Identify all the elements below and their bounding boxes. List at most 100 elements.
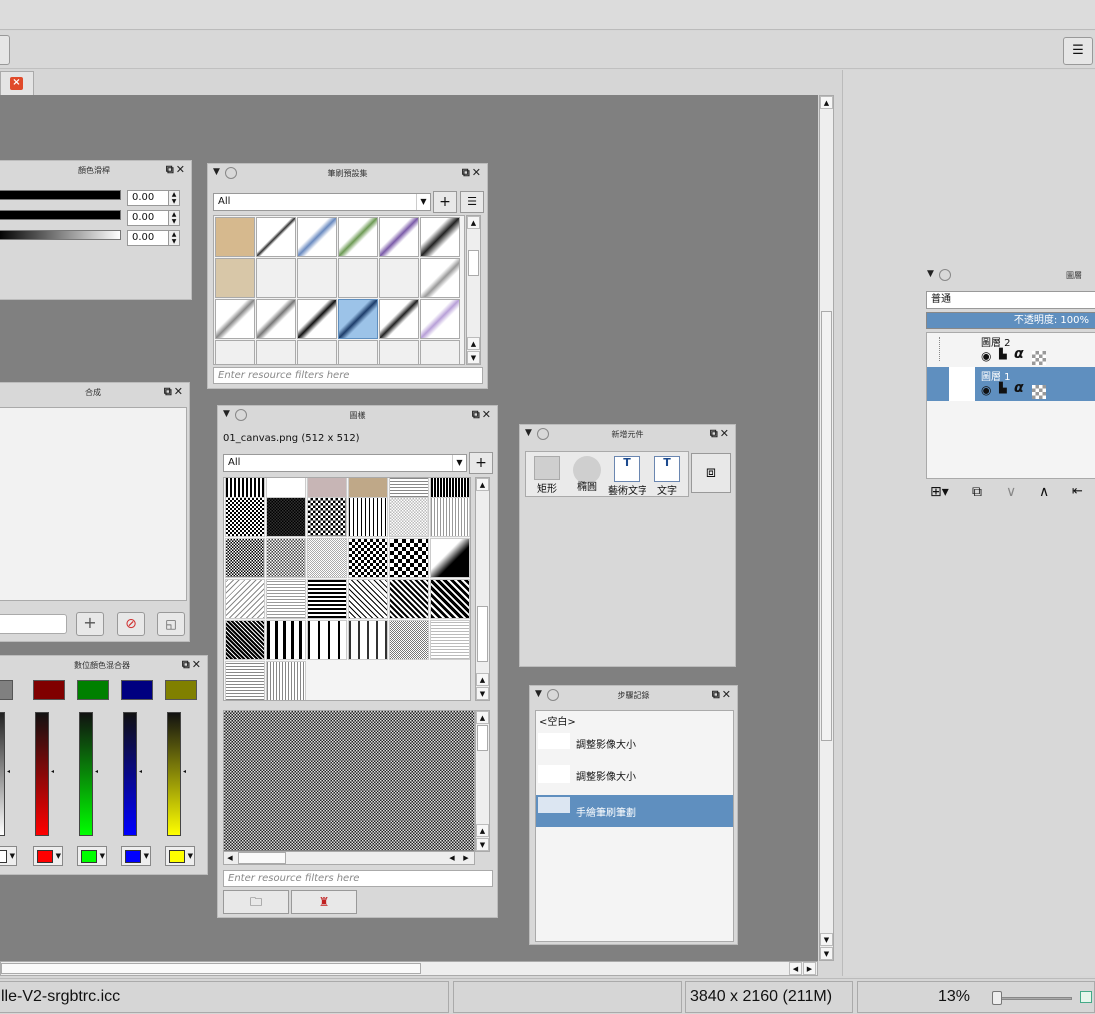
mixer-swatch-navy[interactable] bbox=[121, 680, 153, 700]
layer-properties-icon[interactable]: ⇤ bbox=[1072, 484, 1083, 499]
pattern-item[interactable] bbox=[430, 497, 470, 537]
history-item[interactable]: <空白> bbox=[536, 711, 733, 731]
pattern-item[interactable] bbox=[430, 579, 470, 619]
float-close-icons[interactable]: ⧉✕ bbox=[462, 166, 483, 180]
brush-preset[interactable] bbox=[420, 299, 460, 339]
alpha-icon[interactable]: α bbox=[1014, 346, 1024, 362]
text-shape[interactable]: T 文字 bbox=[648, 454, 686, 497]
scroll-thumb[interactable] bbox=[821, 311, 832, 741]
pattern-item[interactable] bbox=[225, 579, 265, 619]
scroll-thumb[interactable] bbox=[477, 725, 488, 751]
brush-preset[interactable] bbox=[338, 217, 378, 257]
brush-grid-scrollbar[interactable]: ▲ ▲ ▼ bbox=[466, 215, 481, 365]
mixer-swatch-gray[interactable] bbox=[0, 680, 13, 700]
brush-preset[interactable] bbox=[379, 217, 419, 257]
delete-resource-button[interactable]: ♜ bbox=[291, 890, 357, 914]
float-close-icons[interactable]: ⧉✕ bbox=[472, 408, 493, 422]
brush-preset[interactable] bbox=[215, 299, 255, 339]
value-field-2[interactable]: 0.00 bbox=[127, 210, 169, 226]
alpha-icon[interactable]: α bbox=[1014, 380, 1024, 396]
delete-icon[interactable]: ⊘ bbox=[117, 612, 145, 636]
compose-name-input[interactable] bbox=[0, 614, 67, 634]
rectangle-shape[interactable]: 矩形 bbox=[528, 454, 566, 496]
scroll-down-arrow-2[interactable]: ▼ bbox=[820, 947, 833, 960]
add-tag-button[interactable]: + bbox=[433, 191, 457, 213]
color-selector-red[interactable]: ▼ bbox=[33, 846, 63, 866]
canvas-vertical-scrollbar[interactable]: ▲ ▼ ▼ bbox=[819, 95, 834, 961]
scroll-up-arrow[interactable]: ▲ bbox=[467, 216, 480, 229]
brush-preset[interactable] bbox=[338, 340, 378, 364]
spin-button-3[interactable]: ▲ ▼ bbox=[168, 230, 180, 246]
scroll-down-arrow[interactable]: ▲ bbox=[476, 673, 489, 686]
scroll-up-arrow[interactable]: ▲ bbox=[820, 96, 833, 109]
brush-preset[interactable] bbox=[256, 258, 296, 298]
hscroll-thumb[interactable] bbox=[1, 963, 421, 974]
pattern-item[interactable] bbox=[225, 661, 265, 700]
preview-horizontal-scrollbar[interactable]: ◀ ◀ ▶ bbox=[223, 851, 475, 865]
float-close-icons[interactable]: ⧉✕ bbox=[182, 658, 203, 672]
brush-preset[interactable] bbox=[256, 299, 296, 339]
brush-preset[interactable] bbox=[256, 340, 296, 364]
float-close-icons[interactable]: ⧉✕ bbox=[712, 688, 733, 702]
canvas-horizontal-scrollbar[interactable]: ◀ ▶ bbox=[0, 961, 818, 976]
pattern-tag-filter[interactable]: All ▼ bbox=[223, 454, 467, 472]
eye-icon[interactable]: ◉ bbox=[981, 383, 991, 397]
document-tab[interactable]: × bbox=[0, 71, 34, 95]
value-field-1[interactable]: 0.00 bbox=[127, 190, 169, 206]
mixer-gradient-red[interactable] bbox=[35, 712, 49, 836]
mixer-swatch-green[interactable] bbox=[77, 680, 109, 700]
scroll-up-arrow[interactable]: ▲ bbox=[476, 711, 489, 724]
mixer-gradient-green[interactable] bbox=[79, 712, 93, 836]
close-icon[interactable]: × bbox=[10, 77, 23, 90]
float-close-icons[interactable]: ⧉✕ bbox=[166, 163, 187, 177]
pattern-item[interactable] bbox=[225, 538, 265, 578]
spin-button-2[interactable]: ▲ ▼ bbox=[168, 210, 180, 226]
scroll-right-arrow[interactable]: ◀ bbox=[446, 852, 458, 864]
zoom-slider-handle[interactable] bbox=[992, 991, 1002, 1005]
menu-icon[interactable]: ☰ bbox=[1063, 37, 1093, 65]
history-item-selected[interactable]: 手繪筆刷筆劃 bbox=[536, 795, 733, 827]
value-field-3[interactable]: 0.00 bbox=[127, 230, 169, 246]
checker-icon[interactable] bbox=[1032, 351, 1046, 365]
pattern-item[interactable] bbox=[307, 538, 347, 578]
brush-resource-filter[interactable]: Enter resource filters here bbox=[213, 367, 483, 384]
pattern-item[interactable] bbox=[389, 497, 429, 537]
brush-preset[interactable] bbox=[338, 258, 378, 298]
brush-preset[interactable] bbox=[256, 217, 296, 257]
duplicate-layer-icon[interactable]: ⧉ bbox=[972, 484, 982, 500]
brush-preset[interactable] bbox=[379, 258, 419, 298]
brush-preset-selected[interactable] bbox=[338, 299, 378, 339]
pattern-item[interactable] bbox=[389, 538, 429, 578]
brush-preset[interactable] bbox=[420, 258, 460, 298]
pattern-item[interactable] bbox=[348, 579, 388, 619]
brush-preset[interactable] bbox=[297, 258, 337, 298]
pattern-item[interactable] bbox=[266, 661, 306, 700]
view-options-button[interactable]: ☰ bbox=[460, 191, 484, 213]
brush-preset[interactable] bbox=[215, 217, 255, 257]
pattern-item[interactable] bbox=[225, 497, 265, 537]
pattern-item[interactable] bbox=[307, 620, 347, 660]
move-up-icon[interactable]: ∧ bbox=[1039, 484, 1049, 500]
brush-preset[interactable] bbox=[297, 299, 337, 339]
layer-row-selected[interactable]: 圖層 1 ◉ ▙ α bbox=[927, 367, 1095, 401]
scroll-thumb[interactable] bbox=[468, 250, 479, 276]
add-layer-icon[interactable]: ⊞▾ bbox=[930, 484, 949, 500]
history-item[interactable]: 調整影像大小 bbox=[536, 763, 733, 795]
scroll-down-arrow-2[interactable]: ▼ bbox=[476, 838, 489, 851]
pattern-item[interactable] bbox=[225, 620, 265, 660]
eye-icon[interactable]: ◉ bbox=[981, 349, 991, 363]
toolbar-left-button[interactable] bbox=[0, 35, 10, 65]
history-item[interactable]: 調整影像大小 bbox=[536, 731, 733, 763]
hscroll-left-arrow[interactable]: ◀ bbox=[789, 962, 802, 975]
pattern-item[interactable] bbox=[389, 620, 429, 660]
brush-preset[interactable] bbox=[420, 217, 460, 257]
float-close-icons[interactable]: ⧉✕ bbox=[164, 385, 185, 399]
color-profile-field[interactable]: lle-V2-srgbtrc.icc bbox=[0, 981, 449, 1013]
import-folder-button[interactable]: 🗀 bbox=[223, 890, 289, 914]
scroll-thumb[interactable] bbox=[477, 606, 488, 662]
brush-preset[interactable] bbox=[379, 299, 419, 339]
scroll-down-arrow[interactable]: ▲ bbox=[476, 824, 489, 837]
color-selector-blue[interactable]: ▼ bbox=[121, 846, 151, 866]
shape-options-button[interactable]: ⧈ bbox=[691, 453, 731, 493]
lock-icon[interactable]: ▙ bbox=[999, 349, 1007, 360]
